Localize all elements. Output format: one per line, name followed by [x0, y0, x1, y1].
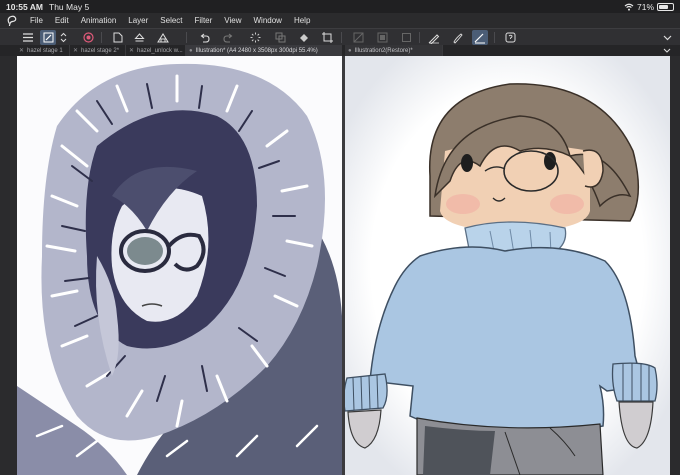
- app-logo-icon[interactable]: [0, 13, 24, 28]
- toolbar-separator: [494, 32, 495, 43]
- battery-icon: [657, 2, 674, 11]
- tab-label: hazel stage 1: [27, 47, 63, 54]
- battery-percent: 71%: [636, 1, 654, 12]
- chevrons-icon[interactable]: [58, 30, 68, 45]
- tab-illustration2[interactable]: ● Illustration2(Restore)*: [345, 45, 443, 56]
- pen-icon[interactable]: [426, 30, 442, 45]
- copy-icon[interactable]: [272, 30, 288, 45]
- close-icon[interactable]: ●: [348, 48, 352, 54]
- menu-view[interactable]: View: [218, 16, 247, 25]
- ruler-icon[interactable]: [472, 30, 488, 45]
- square-icon[interactable]: [398, 30, 414, 45]
- battery-level: [659, 4, 669, 9]
- target-icon[interactable]: [80, 30, 96, 45]
- fill-icon[interactable]: [295, 30, 311, 45]
- artwork-chibi-character: [345, 56, 670, 475]
- help-icon[interactable]: [502, 30, 518, 45]
- transform-icon[interactable]: [319, 30, 335, 45]
- close-icon[interactable]: ✕: [129, 47, 134, 54]
- tab-label: Illustration2(Restore)*: [354, 47, 413, 54]
- menu-icon[interactable]: [20, 30, 36, 45]
- close-icon[interactable]: ✕: [19, 47, 24, 54]
- menu-select[interactable]: Select: [154, 16, 188, 25]
- tab-hazel-unlock[interactable]: ✕ hazel_unlock w...: [126, 45, 186, 56]
- deselect-icon[interactable]: [350, 30, 366, 45]
- wifi-icon: [624, 3, 634, 11]
- close-icon[interactable]: ✕: [73, 47, 78, 54]
- status-bar: 10:55 AM Thu May 5 71%: [0, 0, 680, 13]
- tab-hazel-stage-1[interactable]: ✕ hazel stage 1: [16, 45, 70, 56]
- tab-hazel-stage-2[interactable]: ✕ hazel stage 2*: [70, 45, 126, 56]
- upload-icon[interactable]: [155, 30, 171, 45]
- menu-filter[interactable]: Filter: [189, 16, 219, 25]
- left-gutter: [0, 56, 17, 475]
- toolbar-separator: [419, 32, 420, 43]
- canvas-left[interactable]: [17, 56, 342, 475]
- invert-icon[interactable]: [374, 30, 390, 45]
- canvas-right[interactable]: [345, 56, 670, 475]
- status-indicators: 71%: [624, 2, 674, 12]
- menu-animation[interactable]: Animation: [75, 16, 123, 25]
- command-bar: [0, 28, 680, 45]
- menu-help[interactable]: Help: [288, 16, 316, 25]
- menu-layer[interactable]: Layer: [122, 16, 154, 25]
- close-icon[interactable]: ●: [189, 48, 193, 54]
- menu-window[interactable]: Window: [248, 16, 288, 25]
- chevron-down-icon[interactable]: [660, 30, 674, 45]
- busy-icon: [247, 30, 263, 45]
- brush-active-icon[interactable]: [40, 30, 56, 45]
- menu-edit[interactable]: Edit: [49, 16, 75, 25]
- clock: 10:55 AM: [6, 1, 44, 12]
- artwork-hooded-figure: [17, 56, 342, 475]
- redo-icon[interactable]: [220, 30, 236, 45]
- menu-bar: File Edit Animation Layer Select Filter …: [0, 13, 680, 28]
- undo-icon[interactable]: [196, 30, 212, 45]
- tab-label: hazel stage 2*: [81, 47, 120, 54]
- brush-icon[interactable]: [450, 30, 466, 45]
- tabs-chevron-down-icon[interactable]: [660, 46, 674, 55]
- date: Thu May 5: [49, 1, 90, 12]
- tab-label: hazel_unlock w...: [137, 47, 183, 54]
- right-gutter: [670, 56, 680, 475]
- eject-icon[interactable]: [131, 30, 147, 45]
- new-file-icon[interactable]: [110, 30, 126, 45]
- toolbar-separator: [341, 32, 342, 43]
- toolbar-separator: [101, 32, 102, 43]
- tab-illustration[interactable]: ● Illustration* (A4 2480 x 3508px 300dpi…: [186, 45, 342, 56]
- tab-label: Illustration* (A4 2480 x 3508px 300dpi 5…: [195, 47, 318, 54]
- toolbar-separator: [186, 32, 187, 43]
- document-tabs: ✕ hazel stage 1 ✕ hazel stage 2* ✕ hazel…: [0, 45, 680, 56]
- menu-file[interactable]: File: [24, 16, 49, 25]
